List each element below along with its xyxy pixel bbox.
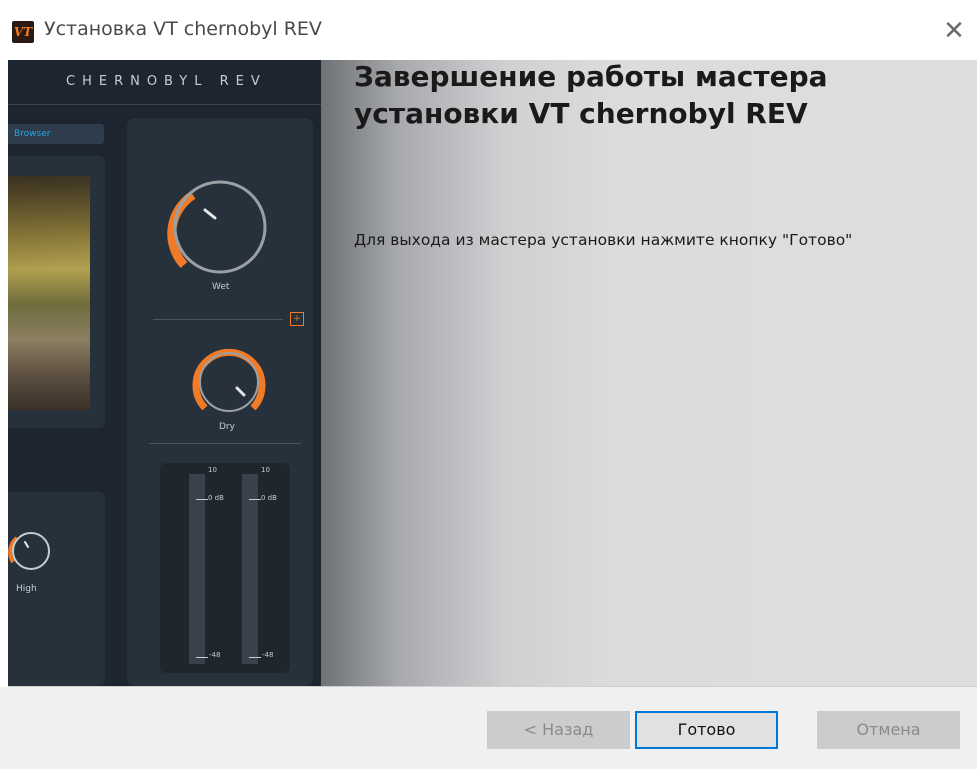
meter-right-mid: 0 dB — [261, 494, 277, 502]
meter-tick — [196, 499, 208, 500]
dry-label: Dry — [219, 422, 235, 432]
window-title: Установка VT chernobyl REV — [44, 18, 322, 40]
finish-button[interactable]: Готово — [635, 711, 778, 749]
wet-knob-icon — [167, 180, 267, 274]
high-knob-icon — [8, 532, 50, 570]
close-button[interactable]: ✕ — [939, 14, 969, 48]
meter-right-top: 10 — [261, 466, 270, 474]
plugin-name: CHERNOBYL REV — [66, 74, 267, 89]
browser-tab: Browser — [8, 124, 104, 144]
content-background — [321, 60, 977, 686]
wizard-main: CHERNOBYL REV Browser Wet + Dry 10 10 0 … — [8, 60, 977, 686]
meter-right-bottom: -48 — [262, 651, 274, 659]
dry-separator — [149, 443, 301, 444]
meter-bar-right — [242, 474, 258, 664]
meter-left-top: 10 — [208, 466, 217, 474]
meter-left-mid: 0 dB — [208, 494, 224, 502]
instruction-text: Для выхода из мастера установки нажмите … — [354, 231, 853, 249]
meter-left-bottom: -48 — [209, 651, 221, 659]
high-label: High — [16, 584, 37, 594]
meter-tick — [249, 657, 261, 658]
cancel-button[interactable]: Отмена — [817, 711, 960, 749]
page-title: Завершение работы мастера установки VT c… — [354, 60, 828, 130]
plugin-photo — [8, 176, 90, 410]
wet-label: Wet — [212, 282, 230, 292]
back-button[interactable]: < Назад — [487, 711, 630, 749]
close-icon: ✕ — [943, 16, 965, 46]
installer-banner-image: CHERNOBYL REV Browser Wet + Dry 10 10 0 … — [8, 60, 321, 686]
meter-tick — [249, 499, 261, 500]
title-bar: VT Установка VT chernobyl REV ✕ — [0, 0, 977, 60]
plus-icon: + — [290, 312, 304, 326]
meter-bar-left — [189, 474, 205, 664]
banner-divider — [8, 104, 321, 105]
meter-tick — [196, 657, 208, 658]
wet-separator — [153, 319, 283, 320]
dry-knob-icon — [192, 348, 266, 412]
button-bar: < Назад Готово Отмена — [0, 687, 977, 769]
app-icon: VT — [12, 21, 34, 43]
